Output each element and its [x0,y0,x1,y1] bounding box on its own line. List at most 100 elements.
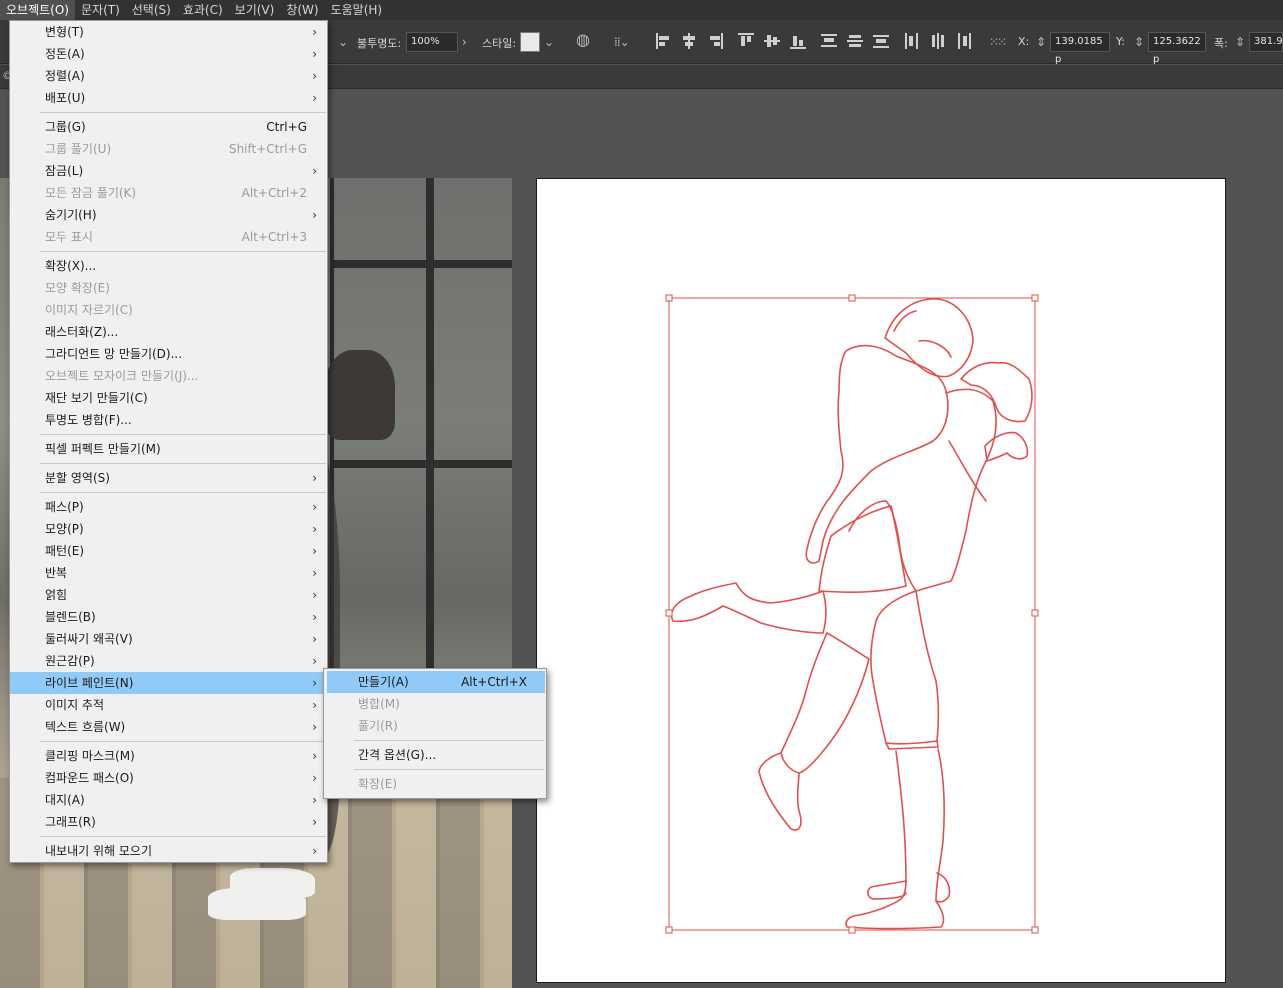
distribute-left-icon[interactable] [904,33,920,49]
align-center-h-icon[interactable] [681,33,697,49]
chevron-right-icon: › [312,793,317,807]
align-center-v-icon[interactable] [764,33,780,49]
menu-item-artboards[interactable]: 대지(A) › [10,789,327,811]
distribute-bottom-icon[interactable] [873,33,889,49]
menu-item-path[interactable]: 패스(P) › [10,496,327,518]
chevron-right-icon: › [312,544,317,558]
align-top-icon[interactable] [738,33,754,49]
submenu-item-merge[interactable]: 병합(M) [327,693,545,715]
menu-item-lock[interactable]: 잠금(L) › [10,160,327,182]
menu-item-compound-path[interactable]: 컴파운드 패스(O) › [10,767,327,789]
menu-object[interactable]: 오브젝트(O) [0,0,75,20]
menu-window[interactable]: 창(W) [280,0,324,20]
recolor-icon[interactable]: ◍ [576,30,590,50]
menu-item-expand[interactable]: 확장(X)... [10,255,327,277]
menu-item-label: 대지(A) [45,793,85,807]
menu-type[interactable]: 문자(T) [75,0,126,20]
menu-item-label: 그룹 풀기(U) [45,142,112,156]
menu-item-create-gradient-mesh[interactable]: 그라디언트 망 만들기(D)... [10,343,327,365]
artboard[interactable] [536,178,1226,983]
submenu-item-make[interactable]: 만들기(A) Alt+Ctrl+X [327,671,545,693]
menu-item-label: 오브젝트 모자이크 만들기(J)... [45,369,199,383]
distribute-top-icon[interactable] [821,33,837,49]
style-swatch[interactable] [520,32,540,52]
menu-item-arrange[interactable]: 정돈(A) › [10,43,327,65]
menu-item-shortcut: Ctrl+G [266,120,307,134]
menu-item-slice[interactable]: 분할 영역(S) › [10,467,327,489]
menu-item-label: 그룹(G) [45,120,86,134]
menu-item-label: 잠금(L) [45,164,84,178]
menu-item-repeat[interactable]: 반복 › [10,562,327,584]
menu-item-transform[interactable]: 변형(T) › [10,21,327,43]
distribute-center-h-icon[interactable] [930,33,946,49]
menu-help[interactable]: 도움말(H) [325,0,389,20]
menu-separator [40,433,326,435]
menu-separator [40,111,326,113]
width-field[interactable]: 381.9 [1249,32,1283,52]
menu-item-shape[interactable]: 모양(P) › [10,518,327,540]
chevron-right-icon: › [312,676,317,690]
x-stepper-icon[interactable]: ⇕ [1036,32,1046,52]
menu-item-clipping-mask[interactable]: 클리핑 마스크(M) › [10,745,327,767]
menu-item-align[interactable]: 정렬(A) › [10,65,327,87]
menu-item-label: 래스터화(Z)... [45,325,119,339]
menu-item-envelope-distort[interactable]: 둘러싸기 왜곡(V) › [10,628,327,650]
menu-item-hide[interactable]: 숨기기(H) › [10,204,327,226]
menu-item-group[interactable]: 그룹(G) Ctrl+G [10,116,327,138]
align-bottom-icon[interactable] [790,33,806,49]
w-stepper-icon[interactable]: ⇕ [1235,32,1245,52]
menu-item-distribute[interactable]: 배포(U) › [10,87,327,109]
chevron-right-icon[interactable]: › [462,32,467,52]
menu-item-show-all[interactable]: 모두 표시 Alt+Ctrl+3 [10,226,327,248]
chevron-right-icon: › [312,720,317,734]
menu-item-make-pixel-perfect[interactable]: 픽셀 퍼펙트 만들기(M) [10,438,327,460]
menu-item-ungroup[interactable]: 그룹 풀기(U) Shift+Ctrl+G [10,138,327,160]
outline-figure[interactable] [537,179,1227,984]
menu-item-flatten-transparency[interactable]: 투명도 병합(F)... [10,409,327,431]
transform-reference-icon[interactable]: ⁙⁙ [989,32,1007,52]
menu-item-expand-appearance[interactable]: 모양 확장(E) [10,277,327,299]
menu-item-intertwine[interactable]: 얽힘 › [10,584,327,606]
menu-separator [40,491,326,493]
align-right-icon[interactable] [707,33,723,49]
submenu-item-expand[interactable]: 확장(E) [327,773,545,795]
y-field[interactable]: 125.3622 p [1148,32,1206,65]
menu-item-label: 모든 잠금 풀기(K) [45,186,137,200]
chevron-right-icon: › [312,164,317,178]
menu-item-crop-image[interactable]: 이미지 자르기(C) [10,299,327,321]
menu-item-blend[interactable]: 블렌드(B) › [10,606,327,628]
opacity-field[interactable]: 100% [406,32,458,52]
align-left-icon[interactable] [656,33,672,49]
menu-item-unlock-all[interactable]: 모든 잠금 풀기(K) Alt+Ctrl+2 [10,182,327,204]
menu-view[interactable]: 보기(V) [229,0,281,20]
menu-item-pattern[interactable]: 패턴(E) › [10,540,327,562]
distribute-right-icon[interactable] [956,33,972,49]
menu-item-label: 재단 보기 만들기(C) [45,391,148,405]
submenu-item-label: 병합(M) [358,697,400,711]
menu-item-collect-for-export[interactable]: 내보내기 위해 모으기 › [10,840,327,862]
menu-item-shortcut: Shift+Ctrl+G [228,142,307,156]
submenu-item-release[interactable]: 풀기(R) [327,715,545,737]
menu-item-label: 이미지 자르기(C) [45,303,133,317]
menu-item-create-trim-marks[interactable]: 재단 보기 만들기(C) [10,387,327,409]
menu-item-create-object-mosaic[interactable]: 오브젝트 모자이크 만들기(J)... [10,365,327,387]
menu-item-live-paint[interactable]: 라이브 페인트(N) › [10,672,327,694]
menu-effect[interactable]: 효과(C) [177,0,229,20]
chevron-down-icon[interactable]: ⌄ [544,32,554,52]
y-stepper-icon[interactable]: ⇕ [1134,32,1144,52]
menu-item-label: 얽힘 [45,588,68,602]
submenu-item-gap-options[interactable]: 간격 옵션(G)... [327,744,545,766]
menu-item-text-wrap[interactable]: 텍스트 흐름(W) › [10,716,327,738]
menu-item-rasterize[interactable]: 래스터화(Z)... [10,321,327,343]
menu-select[interactable]: 선택(S) [126,0,177,20]
chevron-right-icon: › [312,749,317,763]
chevron-down-icon[interactable]: ⌄ [338,32,348,52]
x-field[interactable]: 139.0185 p [1050,32,1110,65]
distribute-center-v-icon[interactable] [847,33,863,49]
menu-item-perspective[interactable]: 원근감(P) › [10,650,327,672]
grid-select-icon[interactable]: ⁞⁞⌄ [614,32,630,52]
menu-item-graph[interactable]: 그래프(R) › [10,811,327,833]
menu-item-image-trace[interactable]: 이미지 추적 › [10,694,327,716]
chevron-right-icon: › [312,500,317,514]
menu-bar: 오브젝트(O) 문자(T) 선택(S) 효과(C) 보기(V) 창(W) 도움말… [0,0,1283,20]
